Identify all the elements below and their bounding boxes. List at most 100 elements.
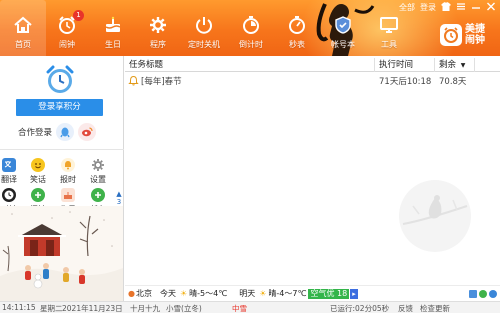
nav-shutdown[interactable]: 定时关机 [181,0,227,56]
pager-up-icon[interactable]: ▲ [115,190,123,198]
tool-translate[interactable]: 翻译 [0,158,21,186]
weibo-icon[interactable] [78,123,97,141]
brand-name: 美捷 闹钟 [465,24,485,46]
tool-settings[interactable]: 设置 [86,158,110,186]
brand-line2: 闹钟 [465,35,485,46]
status-bar: 14:11:15 星期二 2021年11月23日 十月十九 小雪(立冬) 中雪 … [0,301,500,313]
stopwatch-icon [286,14,308,36]
air-quality-badge: 空气优 18 [308,288,350,299]
weather-tomorrow: 晴-4～7℃ [268,289,307,298]
nav-shutdown-label: 定时关机 [188,40,220,49]
close-icon[interactable] [486,2,496,13]
add-task-icon [91,188,105,202]
bird-watermark [399,180,471,252]
qq-icon[interactable] [56,123,75,141]
status-date: 2021年11月23日 [62,304,123,313]
all-link[interactable]: 全部 [399,2,415,13]
top-toolbar: 首页 1 闹钟 生日 程序 定时关机 倒计时 秒表 帐号本 工具 全部 登录 美… [0,0,500,56]
table-header: 任务标题 执行时间 剩余 ▼ [125,58,500,72]
tool-translate-label: 翻译 [1,175,17,184]
coop-login-label: 合作登录 [18,128,53,138]
air-quality-index: 18 [337,288,348,298]
tool-chime-label: 报时 [60,175,76,184]
location-pin-icon: ● [128,289,135,298]
weather-bar: ● 北京 今天 ☀ 晴-5～4℃ 明天 ☀ 晴-4～7℃ 空气优 18 ▸ [125,285,500,301]
brand-logo-icon [440,24,462,46]
sunny-icon: ☀ [179,289,188,298]
shirt-icon[interactable] [441,1,451,13]
help-icon[interactable] [489,289,497,298]
bell-icon [61,158,75,172]
menu-icon[interactable] [456,2,466,13]
row-remaining: 70.8天 [439,77,467,87]
window-title-controls: 全部 登录 [399,0,500,14]
status-runtime: 已运行:02分05秒 [330,304,390,313]
col-title[interactable]: 任务标题 [125,58,375,72]
nav-alarm-label: 闹钟 [59,40,75,49]
tool-jokes-label: 笑话 [30,175,46,184]
status-solar-term: 小雪(立冬) [166,304,202,313]
tool-settings-label: 设置 [90,175,106,184]
weather-today-label: 今天 [159,289,176,298]
smiley-icon [31,158,45,172]
nav-birthday[interactable]: 生日 [90,0,136,56]
chart-icon[interactable] [469,289,477,298]
tray-icons [469,289,500,298]
tool-chime[interactable]: 报时 [56,158,80,186]
row-title: [每年]春节 [141,77,182,87]
weather-today: 晴-5～4℃ [189,289,228,298]
nav-stopwatch-label: 秒表 [289,40,305,49]
left-divider [0,149,124,150]
nav-birthday-label: 生日 [105,40,121,49]
nav-countdown-label: 倒计时 [239,40,263,49]
status-feedback[interactable]: 反馈 [398,303,413,313]
status-weekday: 星期二 [40,304,63,313]
cake-small-icon [61,188,75,202]
nav-program-label: 程序 [150,40,166,49]
power-icon [193,14,215,36]
nav-account-book[interactable]: 帐号本 [320,0,366,56]
col-remaining[interactable]: 剩余 ▼ [435,58,475,72]
nav-home-label: 首页 [15,40,31,49]
login-link[interactable]: 登录 [420,2,436,13]
weather-city[interactable]: 北京 [136,288,152,299]
brand-line1: 美捷 [465,24,485,35]
row-time: 71天后10:18 [379,77,432,87]
translate-icon [2,158,16,172]
countdown-icon [240,14,262,36]
table-row[interactable]: [每年]春节 71天后10:18 70.8天 [125,75,500,89]
brand: 美捷 闹钟 [440,18,496,52]
air-quality-label: 空气优 [310,288,335,298]
winter-scene-illustration [0,206,123,301]
status-green-icon[interactable] [479,289,487,298]
weather-tomorrow-label: 明天 [239,289,256,298]
col-time[interactable]: 执行时间 [375,58,435,72]
sunny-icon: ☀ [259,289,267,298]
alarm-icon: 1 [56,10,84,36]
nav-home[interactable]: 首页 [0,0,46,56]
nav-alarm[interactable]: 1 闹钟 [44,0,90,56]
nav-program[interactable]: 程序 [135,0,181,56]
status-time: 14:11:15 [2,303,36,312]
status-check-update[interactable]: 检查更新 [420,303,450,313]
add-alarm-icon [31,188,45,202]
nav-countdown[interactable]: 倒计时 [228,0,274,56]
col-remaining-label: 剩余 [439,60,457,70]
nav-tools-label: 工具 [381,40,397,49]
alarm-clock-icon [44,65,76,95]
alarm-badge: 1 [73,10,84,21]
weather-more-icon[interactable]: ▸ [350,288,358,299]
tools-icon [378,14,400,36]
nav-stopwatch[interactable]: 秒表 [274,0,320,56]
program-icon [147,14,169,36]
minimize-icon[interactable] [471,2,481,13]
pager-page: 3 [116,198,122,206]
nav-account-book-label: 帐号本 [331,40,355,49]
login-button[interactable]: 登录享积分 [16,99,103,116]
gear-icon [91,158,105,172]
task-table: 任务标题 执行时间 剩余 ▼ [每年]春节 71天后10:18 70.8天 [125,56,500,285]
home-icon [12,14,34,36]
tool-jokes[interactable]: 笑话 [26,158,50,186]
cake-icon [102,14,124,36]
row-bell-icon [128,75,139,89]
